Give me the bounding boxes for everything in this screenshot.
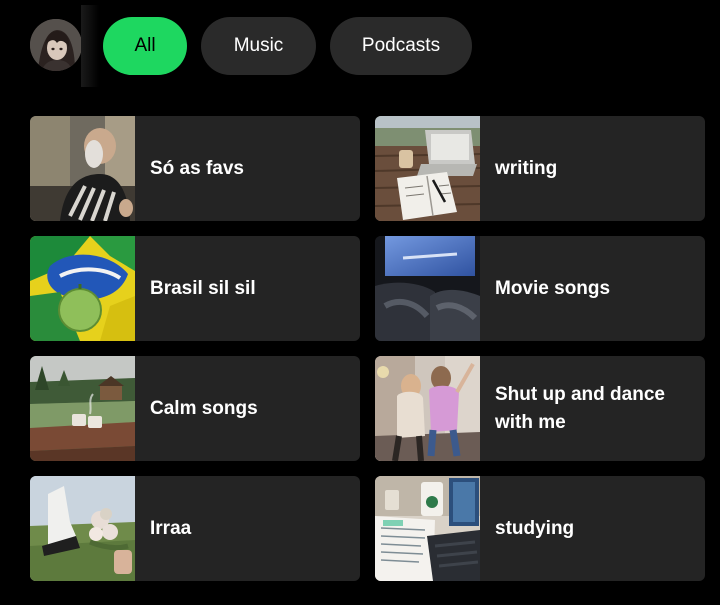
cover-art-icon <box>30 236 135 341</box>
cover-art-icon <box>375 356 480 461</box>
filter-chip-podcasts[interactable]: Podcasts <box>330 17 472 75</box>
cover-art-icon <box>30 476 135 581</box>
shortcut-title: Brasil sil sil <box>150 277 256 299</box>
playlist-cover <box>30 356 135 461</box>
shortcut-title: studying <box>495 517 575 539</box>
profile-avatar[interactable] <box>30 19 82 71</box>
shortcut-title: Só as favs <box>150 157 244 179</box>
shortcut-card-calm-songs[interactable]: Calm songs <box>30 356 360 461</box>
shortcut-card-studying[interactable]: studying <box>375 476 705 581</box>
cover-art-icon <box>30 356 135 461</box>
shortcut-card-movie-songs[interactable]: Movie songs <box>375 236 705 341</box>
avatar-illustration-icon <box>30 19 82 71</box>
cover-art-icon <box>375 116 480 221</box>
shortcut-title: Shut up and dance with me <box>495 383 665 433</box>
playlist-cover <box>375 236 480 341</box>
shortcut-card-so-as-favs[interactable]: Só as favs <box>30 116 360 221</box>
scroll-fade-edge <box>81 5 99 87</box>
shortcut-title: Calm songs <box>150 397 258 419</box>
playlist-cover <box>375 356 480 461</box>
shortcut-card-brasil-sil-sil[interactable]: Brasil sil sil <box>30 236 360 341</box>
filter-chip-label: All <box>134 35 156 56</box>
cover-art-icon <box>375 476 480 581</box>
shortcut-card-shut-up-and-dance[interactable]: Shut up and dance with me <box>375 356 705 461</box>
shortcut-title: Movie songs <box>495 277 611 299</box>
playlist-cover <box>30 236 135 341</box>
top-bar: All Music Podcasts <box>0 0 720 92</box>
playlist-cover <box>30 116 135 221</box>
shortcut-title: Irraa <box>150 517 192 539</box>
filter-chip-label: Music <box>233 35 284 56</box>
playlist-cover <box>375 116 480 221</box>
playlist-cover <box>30 476 135 581</box>
shortcut-card-irraa[interactable]: Irraa <box>30 476 360 581</box>
playlist-cover <box>375 476 480 581</box>
filter-chip-label: Podcasts <box>361 35 441 56</box>
filter-chip-all[interactable]: All <box>103 17 187 75</box>
filter-chip-music[interactable]: Music <box>201 17 316 75</box>
shortcut-card-writing[interactable]: writing <box>375 116 705 221</box>
cover-art-icon <box>30 116 135 221</box>
shortcut-title: writing <box>495 157 558 179</box>
cover-art-icon <box>375 236 480 341</box>
